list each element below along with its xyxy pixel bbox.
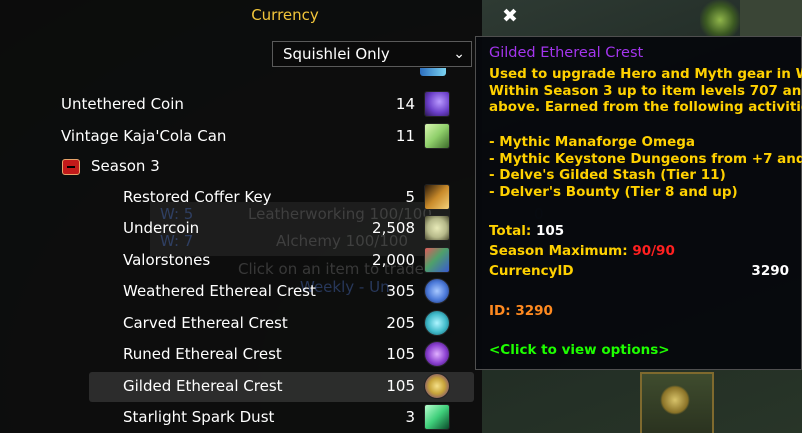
tooltip-currency-id-label: CurrencyID: [489, 263, 574, 279]
currency-name: Untethered Coin: [61, 95, 184, 113]
currency-count: 2,000: [372, 251, 415, 269]
spark-dust-icon: [424, 404, 450, 430]
currency-name: Gilded Ethereal Crest: [123, 377, 283, 395]
game-scene: Currency Squishlei Only ⌄ W: 5 Leatherwo…: [0, 0, 802, 433]
currency-name: Starlight Spark Dust: [123, 408, 275, 426]
currency-panel: Currency Squishlei Only ⌄ W: 5 Leatherwo…: [0, 0, 544, 433]
currency-row-weathered-crest[interactable]: Weathered Ethereal Crest 305: [0, 277, 474, 307]
tooltip-season-max-value: 90/90: [632, 243, 675, 259]
currency-name: Valorstones: [123, 251, 211, 269]
dropdown-selected-value: Squishlei Only: [283, 45, 390, 63]
collapse-minus-icon[interactable]: [62, 159, 80, 175]
currency-row-kajacola-can[interactable]: Vintage Kaja'Cola Can 11: [0, 122, 474, 152]
tooltip-season-max-label: Season Maximum:: [489, 243, 628, 259]
panel-title: Currency: [251, 6, 319, 24]
weathered-crest-icon: [424, 278, 450, 304]
section-header-season-3[interactable]: Season 3: [0, 152, 474, 182]
currency-row-valorstones[interactable]: Valorstones 2,000: [0, 246, 474, 276]
valorstones-icon: [424, 247, 450, 273]
close-icon[interactable]: ✖: [499, 6, 521, 28]
currency-row-untethered-coin[interactable]: Untethered Coin 14: [0, 90, 474, 120]
tooltip-total-value: 105: [535, 223, 565, 239]
character-filter-dropdown[interactable]: Squishlei Only ⌄: [272, 41, 472, 67]
currency-name: Restored Coffer Key: [123, 188, 272, 206]
currency-count: 14: [395, 95, 415, 113]
chevron-down-icon: ⌄: [453, 46, 465, 62]
tooltip-desc-line: Used to upgrade Hero and Myth gear in Wa…: [489, 66, 802, 82]
currency-row-restored-coffer-key[interactable]: Restored Coffer Key 5: [0, 183, 474, 213]
currency-count: 5: [405, 188, 415, 206]
currency-count: 3: [405, 408, 415, 426]
currency-name: Carved Ethereal Crest: [123, 314, 288, 332]
currency-count: 2,508: [372, 219, 415, 237]
tooltip-activity: - Delve's Gilded Stash (Tier 11): [489, 167, 726, 183]
currency-row-starlight-spark-dust[interactable]: Starlight Spark Dust 3: [0, 403, 474, 433]
tooltip-title: Gilded Ethereal Crest: [489, 45, 644, 61]
tooltip-desc-line: Within Season 3 up to item levels 707 an…: [489, 83, 802, 99]
currency-count: 305: [386, 282, 415, 300]
currency-row-runed-crest[interactable]: Runed Ethereal Crest 105: [0, 340, 474, 370]
currency-name: Undercoin: [123, 219, 200, 237]
tooltip-activity: - Mythic Manaforge Omega: [489, 134, 695, 150]
carved-crest-icon: [424, 310, 450, 336]
currency-count: 205: [386, 314, 415, 332]
gilded-crest-icon: [424, 373, 450, 399]
currency-row-undercoin[interactable]: Undercoin 2,508: [0, 214, 474, 244]
tooltip-activity: - Mythic Keystone Dungeons from +7 and u…: [489, 151, 802, 167]
tooltip-click-hint: <Click to view options>: [489, 342, 670, 358]
currency-count: 105: [386, 377, 415, 395]
tooltip-desc-line: above. Earned from the following activit…: [489, 99, 802, 115]
tooltip-currency-id-value: 3290: [751, 263, 789, 279]
currency-row-gilded-crest[interactable]: Gilded Ethereal Crest 105: [89, 372, 474, 402]
runed-crest-icon: [424, 341, 450, 367]
section-label: Season 3: [91, 157, 160, 175]
tooltip-total-label: Total:: [489, 223, 532, 239]
currency-count: 105: [386, 345, 415, 363]
tooltip-total: Total: 105: [489, 223, 564, 239]
world-lamp: [700, 0, 740, 40]
untethered-coin-icon: [424, 91, 450, 117]
currency-name: Vintage Kaja'Cola Can: [61, 127, 227, 145]
tooltip-id-line: ID: 3290: [489, 303, 553, 319]
currency-tooltip: Gilded Ethereal Crest Used to upgrade He…: [475, 36, 802, 370]
undercoin-icon: [424, 215, 450, 241]
kajacola-can-icon: [424, 123, 450, 149]
currency-name: Runed Ethereal Crest: [123, 345, 282, 363]
currency-row-carved-crest[interactable]: Carved Ethereal Crest 205: [0, 309, 474, 339]
currency-name: Weathered Ethereal Crest: [123, 282, 316, 300]
tooltip-activity: - Delver's Bounty (Tier 8 and up): [489, 184, 738, 200]
tooltip-season-max: Season Maximum: 90/90: [489, 243, 675, 259]
currency-count: 11: [395, 127, 415, 145]
coffer-key-icon: [424, 184, 450, 210]
world-pillar: [740, 0, 802, 40]
partial-currency-icon: [420, 68, 446, 76]
